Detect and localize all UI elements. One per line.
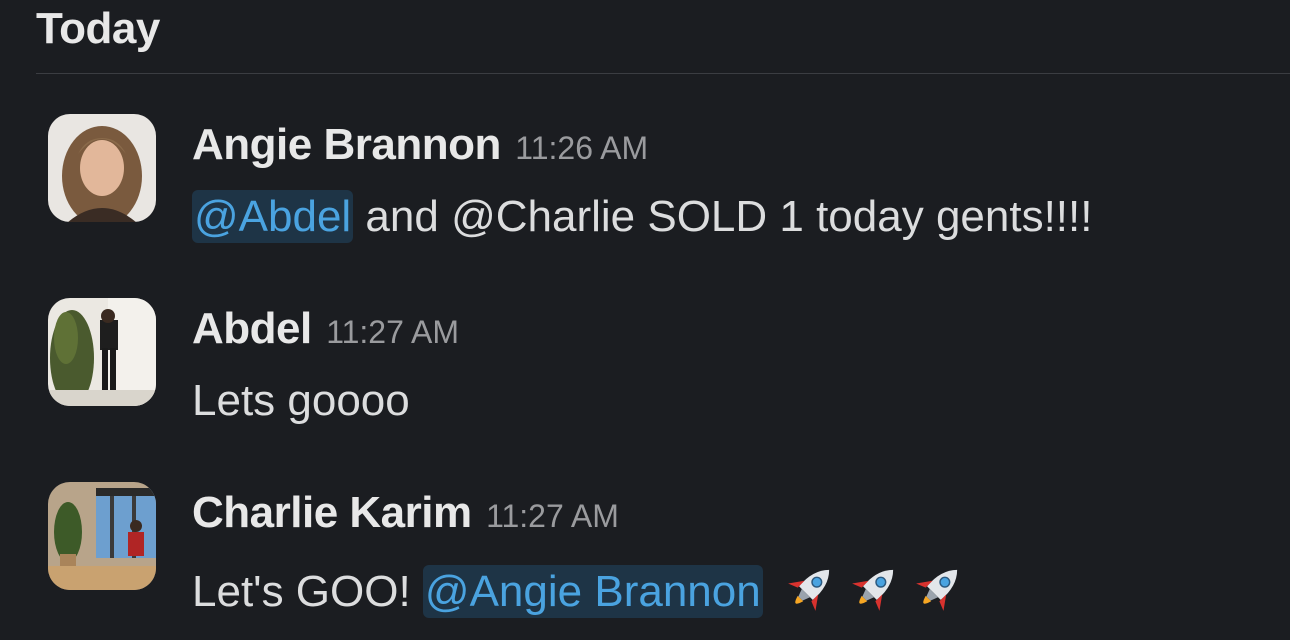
timestamp[interactable]: 11:26 AM — [515, 130, 648, 166]
mention-angie-brannon[interactable]: @Angie Brannon — [422, 565, 763, 618]
message-header: Charlie Karim 11:27 AM — [192, 488, 619, 538]
timestamp[interactable]: 11:27 AM — [486, 498, 619, 534]
message-header: Abdel 11:27 AM — [192, 304, 459, 354]
avatar-charlie-karim[interactable] — [48, 482, 156, 590]
message-item: Abdel 11:27 AM Lets goooo — [0, 284, 1290, 444]
message-text: Let's GOO! @Angie Brannon — [192, 560, 967, 618]
message-item: Angie Brannon 11:26 AM @Abdel and @Charl… — [0, 100, 1290, 260]
avatar-image — [48, 298, 156, 406]
avatar-image — [48, 482, 156, 590]
timestamp[interactable]: 11:27 AM — [326, 314, 459, 350]
rocket-icon — [909, 560, 967, 618]
avatar-image — [48, 114, 156, 222]
day-divider: Today — [36, 0, 1290, 74]
mention-abdel[interactable]: @Abdel — [192, 190, 354, 243]
author-name[interactable]: Charlie Karim — [192, 488, 472, 537]
message-item: Charlie Karim 11:27 AM Let's GOO! @Angie… — [0, 468, 1290, 628]
message-text-content: and @Charlie SOLD 1 today gents!!!! — [353, 192, 1093, 241]
rocket-icon — [845, 560, 903, 618]
day-divider-label[interactable]: Today — [36, 4, 160, 54]
author-name[interactable]: Abdel — [192, 304, 312, 353]
message-text-content: Let's GOO! — [192, 567, 423, 616]
message-text-content: Lets goooo — [192, 376, 410, 425]
author-name[interactable]: Angie Brannon — [192, 120, 501, 169]
avatar-angie-brannon[interactable] — [48, 114, 156, 222]
rocket-icon — [781, 560, 839, 618]
message-text: @Abdel and @Charlie SOLD 1 today gents!!… — [192, 190, 1093, 243]
avatar-abdel[interactable] — [48, 298, 156, 406]
message-header: Angie Brannon 11:26 AM — [192, 120, 648, 170]
message-text: Lets goooo — [192, 376, 410, 426]
